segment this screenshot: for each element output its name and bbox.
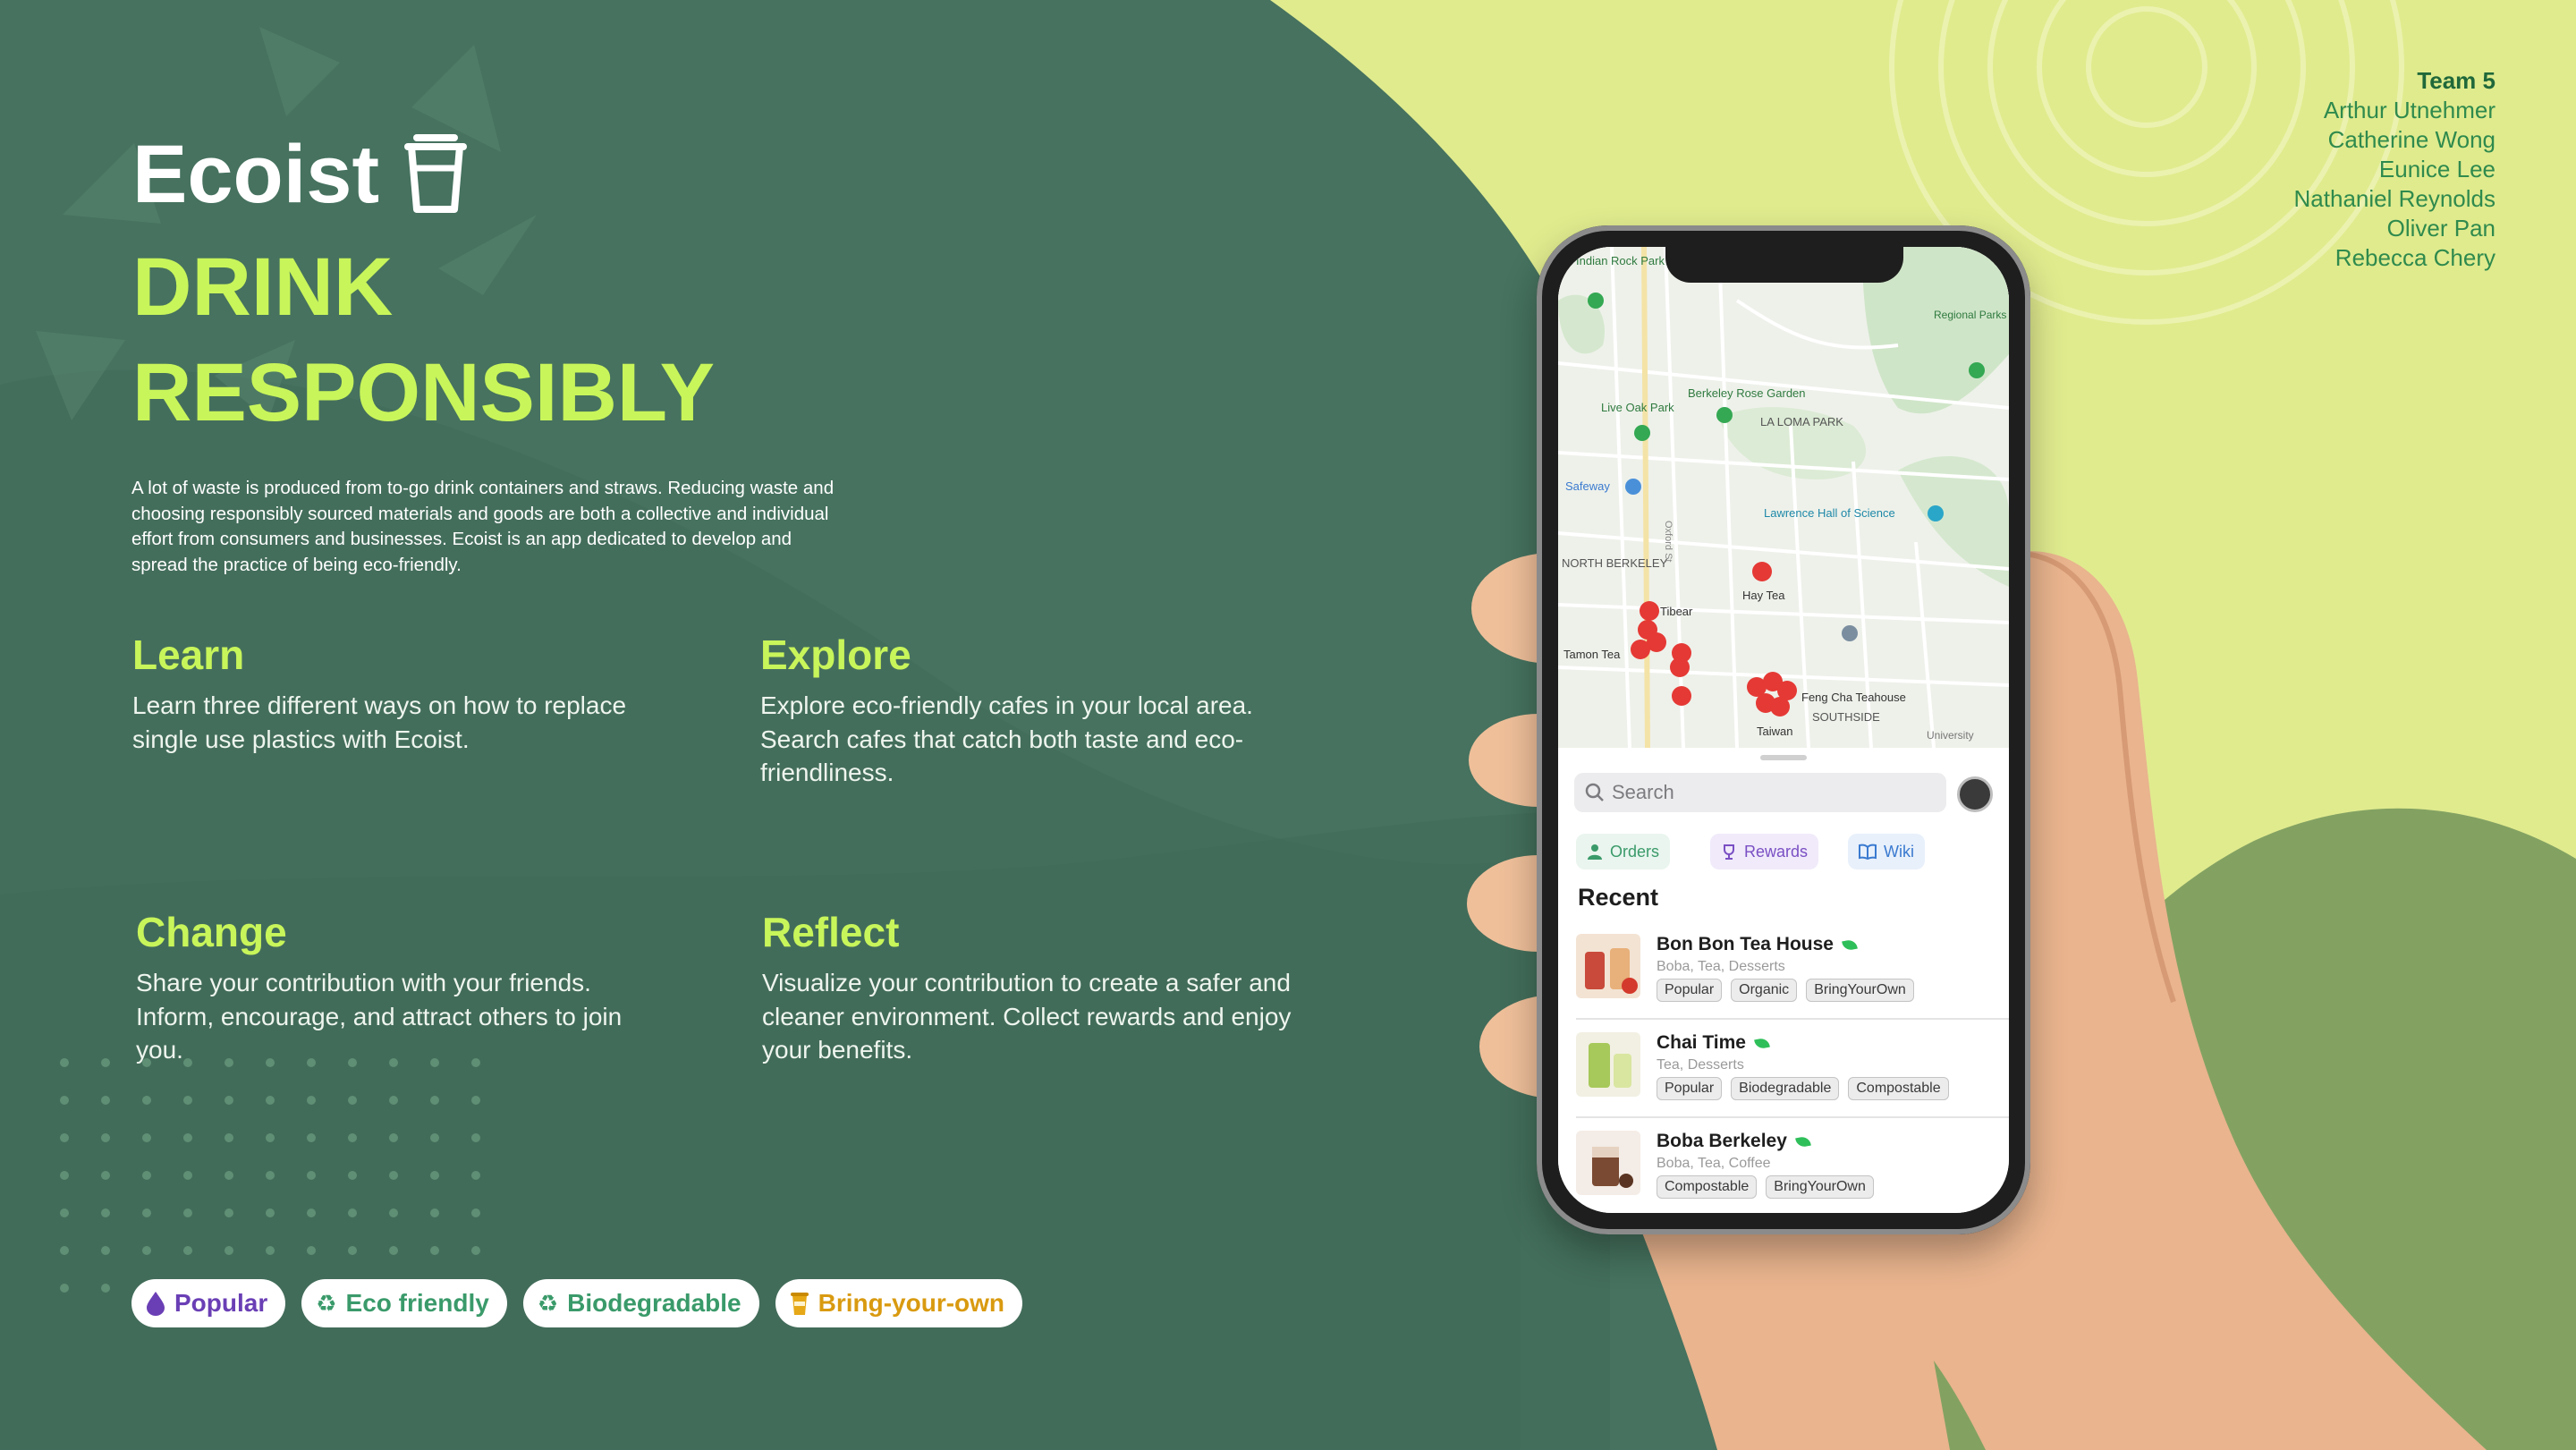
recycle-icon: ♻ (316, 1289, 337, 1317)
trophy-icon (1724, 844, 1734, 860)
section-text: Visualize your contribution to create a … (762, 969, 1292, 1064)
drop-icon (147, 1292, 165, 1316)
recycle-icon: ♻ (537, 1289, 559, 1317)
chip-bring-your-own[interactable]: Bring-your-own (775, 1279, 1023, 1327)
map-label: Berkeley Rose Garden (1688, 386, 1806, 400)
tag: BringYourOwn (1806, 979, 1914, 1002)
map-label: Indian Rock Park (1576, 254, 1665, 267)
team-list: Team 5 Arthur Utnehmer Catherine Wong Eu… (2294, 66, 2496, 273)
map-label: Live Oak Park (1601, 401, 1674, 414)
sheet-handle[interactable] (1760, 755, 1807, 760)
chip-label: Popular (174, 1289, 268, 1317)
cafe-thumbnail (1576, 1131, 1640, 1195)
tagline: DRINK RESPONSIBLY (132, 242, 716, 438)
brand-name: Ecoist (132, 129, 380, 220)
cafe-tags: Popular Biodegradable Compostable (1657, 1077, 1949, 1100)
tag: Compostable (1657, 1175, 1758, 1199)
team-member: Eunice Lee (2378, 156, 2496, 182)
cafe-categories: Tea, Desserts (1657, 1057, 1744, 1073)
tag: Compostable (1848, 1077, 1949, 1100)
tag: Popular (1657, 979, 1723, 1002)
cafe-name: Bon Bon Tea House (1657, 934, 1858, 955)
tab-wiki[interactable]: Wiki (1848, 834, 1925, 869)
team-member: Arthur Utnehmer (2323, 97, 2496, 123)
map-label: Hay Tea (1742, 589, 1785, 602)
section-text: Learn three different ways on how to rep… (132, 691, 627, 753)
map-label: Feng Cha Teahouse (1801, 691, 1906, 704)
tab-label: Wiki (1884, 842, 1914, 861)
section-title: Learn (132, 632, 245, 678)
chip-eco-friendly[interactable]: ♻ Eco friendly (301, 1279, 507, 1327)
leaf-icon (1842, 938, 1858, 951)
phone-notch (1665, 243, 1903, 283)
chip-label: Biodegradable (567, 1289, 741, 1317)
cafe-thumbnail (1576, 1032, 1640, 1097)
book-icon (1859, 844, 1877, 860)
list-item[interactable]: Boba Berkeley Boba, Tea, Coffee Composta… (1576, 1118, 2009, 1213)
map-label: Regional Parks Botanic Garden (1934, 309, 2009, 321)
section-title: Explore (760, 632, 911, 678)
map-label: Lawrence Hall of Science (1764, 506, 1895, 520)
section-title: Change (136, 909, 287, 955)
map-label: Taiwan (1757, 725, 1792, 738)
dot-pattern (60, 1058, 480, 1293)
cafe-categories: Boba, Tea, Coffee (1657, 1156, 1771, 1171)
avatar[interactable] (1957, 776, 1993, 812)
section-text: Explore eco-friendly cafes in your local… (760, 691, 1253, 786)
section-explore: Explore Explore eco-friendly cafes in yo… (760, 630, 1297, 790)
map-label: Oxford St (1663, 521, 1674, 562)
cafe-tags: Popular Organic BringYourOwn (1657, 979, 1914, 1002)
intro-text: A lot of waste is produced from to-go dr… (131, 478, 835, 575)
map-label: University (1927, 729, 1974, 742)
category-chips: Popular ♻ Eco friendly ♻ Biodegradable B… (131, 1279, 1023, 1327)
section-text: Share your contribution with your friend… (136, 969, 623, 1064)
leaf-icon (1795, 1135, 1811, 1148)
tag: Organic (1731, 979, 1798, 1002)
cafe-name: Boba Berkeley (1657, 1131, 1811, 1152)
tag: Popular (1657, 1077, 1723, 1100)
map-label: LA LOMA PARK (1760, 415, 1843, 428)
section-title: Reflect (762, 909, 900, 955)
brand-title: Ecoist (132, 125, 468, 224)
cup-icon (404, 134, 468, 213)
team-member: Rebecca Chery (2334, 244, 2496, 271)
tag: Biodegradable (1731, 1077, 1840, 1100)
team-member: Nathaniel Reynolds (2293, 185, 2496, 212)
section-learn: Learn Learn three different ways on how … (132, 630, 669, 756)
chip-label: Bring-your-own (818, 1289, 1005, 1317)
chip-biodegradable[interactable]: ♻ Biodegradable (522, 1279, 759, 1327)
map-label: SOUTHSIDE (1812, 710, 1880, 724)
section-change: Change Share your contribution with your… (136, 907, 673, 1067)
cafe-tags: Compostable BringYourOwn (1657, 1175, 1874, 1199)
leaf-icon (1754, 1037, 1770, 1049)
cafe-name: Chai Time (1657, 1032, 1770, 1054)
team-member: Catherine Wong (2327, 126, 2496, 153)
tag: BringYourOwn (1766, 1175, 1874, 1199)
chip-popular[interactable]: Popular (131, 1279, 286, 1327)
hand-thumb (1456, 483, 1653, 1038)
map-label: Tibear (1660, 605, 1693, 618)
tab-label: Rewards (1744, 842, 1809, 861)
section-reflect: Reflect Visualize your contribution to c… (762, 907, 1299, 1067)
team-member: Oliver Pan (2386, 215, 2496, 242)
team-heading: Team 5 (2417, 67, 2496, 94)
cup-icon (790, 1293, 809, 1315)
chip-label: Eco friendly (345, 1289, 489, 1317)
tab-rewards[interactable]: Rewards (1710, 834, 1819, 869)
cafe-categories: Boba, Tea, Desserts (1657, 959, 1785, 974)
